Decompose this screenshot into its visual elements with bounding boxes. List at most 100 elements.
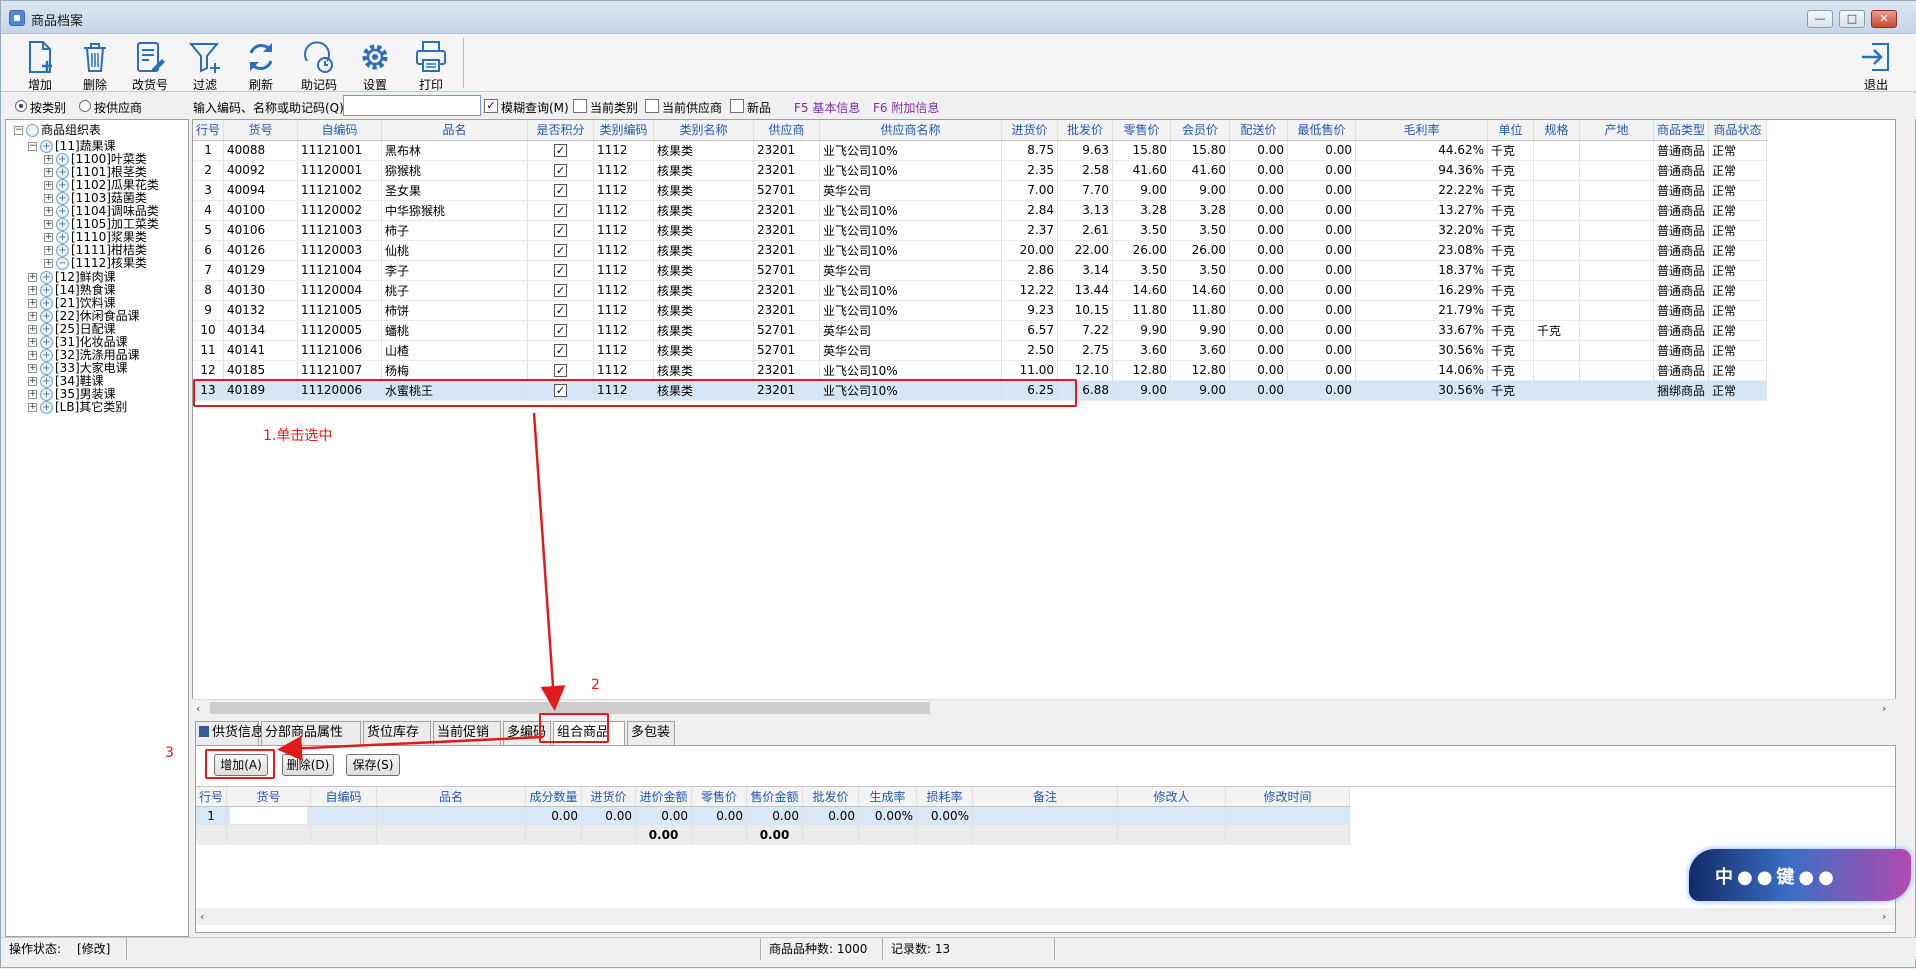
table-cell[interactable]: 猕猴桃 (381, 160, 529, 181)
table-cell[interactable]: 核果类 (653, 140, 755, 161)
table-cell[interactable]: 30.56% (1355, 340, 1489, 361)
f6-extra-info-link[interactable]: F6 附加信息 (873, 99, 939, 116)
table-cell[interactable]: 26.00 (1170, 240, 1231, 261)
table-cell[interactable]: 15.80 (1170, 140, 1231, 161)
combo-cell[interactable]: 1 (196, 806, 228, 826)
table-cell[interactable]: 14.06% (1355, 360, 1489, 381)
table-cell[interactable]: 千克 (1487, 340, 1535, 361)
table-cell[interactable]: 40100 (223, 200, 299, 221)
table-cell[interactable]: 杨梅 (381, 360, 529, 381)
table-cell[interactable]: 0.00 (1229, 180, 1289, 201)
combo-column-header[interactable]: 批发价 (802, 787, 860, 807)
table-cell[interactable]: 正常 (1708, 300, 1768, 321)
table-cell[interactable]: 40129 (223, 260, 299, 281)
table-cell[interactable]: 正常 (1708, 280, 1768, 301)
table-cell[interactable]: 0.00 (1287, 380, 1357, 401)
points-checkbox-cell[interactable]: ✓ (527, 140, 595, 161)
table-cell[interactable]: 2 (193, 160, 225, 181)
combo-column-header[interactable]: 售价金额 (746, 787, 804, 807)
expand-icon[interactable]: + (44, 259, 53, 269)
table-cell[interactable]: 千克 (1487, 160, 1535, 181)
table-cell[interactable]: 7.70 (1057, 180, 1114, 201)
table-cell[interactable]: 核果类 (653, 180, 755, 201)
table-cell[interactable] (1579, 300, 1655, 321)
table-cell[interactable]: 2.61 (1057, 220, 1114, 241)
table-cell[interactable]: 1112 (593, 260, 655, 281)
table-cell[interactable]: 23201 (753, 160, 821, 181)
search-input[interactable] (343, 95, 481, 116)
table-cell[interactable]: 千克 (1487, 240, 1535, 261)
close-button[interactable]: ✕ (1871, 10, 1897, 28)
table-cell[interactable]: 蟠桃 (381, 320, 529, 341)
table-row[interactable]: 8 40130 11120004 桃子 ✓ 1112 核果类 23201 业飞公司10% 12.2… (193, 280, 1768, 301)
table-cell[interactable]: 业飞公司10% (819, 200, 1003, 221)
table-cell[interactable]: 23201 (753, 360, 821, 381)
column-header[interactable]: 零售价 (1112, 120, 1172, 141)
table-cell[interactable]: 1 (193, 140, 225, 161)
table-cell[interactable] (1533, 340, 1581, 361)
table-cell[interactable]: 11120002 (297, 200, 383, 221)
combo-column-header[interactable]: 零售价 (691, 787, 748, 807)
table-cell[interactable]: 黑布林 (381, 140, 529, 161)
table-row[interactable]: 10 40134 11120005 蟠桃 ✓ 1112 核果类 52701 英华公司 6.57 7.… (193, 320, 1768, 341)
combo-cell[interactable]: 0.00 (691, 806, 748, 826)
table-cell[interactable]: 40141 (223, 340, 299, 361)
settings-button[interactable]: 设置 (348, 37, 402, 92)
table-cell[interactable]: 0.00 (1229, 320, 1289, 341)
table-cell[interactable]: 11121005 (297, 300, 383, 321)
points-checkbox[interactable]: ✓ (554, 184, 568, 197)
table-cell[interactable]: 柿饼 (381, 300, 529, 321)
table-cell[interactable]: 3.50 (1112, 260, 1172, 281)
table-cell[interactable]: 1112 (593, 300, 655, 321)
points-checkbox[interactable]: ✓ (554, 244, 568, 257)
points-checkbox-cell[interactable]: ✓ (527, 360, 595, 381)
table-cell[interactable] (1579, 180, 1655, 201)
collapse-icon[interactable]: − (28, 142, 37, 151)
combo-cell[interactable] (310, 806, 378, 826)
table-cell[interactable]: 8.75 (1001, 140, 1059, 161)
points-checkbox[interactable]: ✓ (554, 324, 568, 337)
table-cell[interactable]: 核果类 (653, 240, 755, 261)
combo-code-input-cell[interactable] (226, 806, 312, 826)
points-checkbox-cell[interactable]: ✓ (527, 300, 595, 321)
table-cell[interactable]: 0.00 (1229, 160, 1289, 181)
combo-cell[interactable]: 0.00% (916, 806, 974, 826)
combo-cell[interactable] (376, 806, 527, 826)
table-cell[interactable]: 23201 (753, 200, 821, 221)
table-cell[interactable]: 1112 (593, 360, 655, 381)
combo-cell[interactable]: 0.00 (802, 806, 860, 826)
table-row[interactable]: 5 40106 11121003 柿子 ✓ 1112 核果类 23201 业飞公司10% 2.37… (193, 220, 1768, 241)
table-cell[interactable]: 23201 (753, 220, 821, 241)
table-cell[interactable]: 英华公司 (819, 180, 1003, 201)
table-cell[interactable]: 11121002 (297, 180, 383, 201)
table-cell[interactable]: 41.60 (1170, 160, 1231, 181)
points-checkbox-cell[interactable]: ✓ (527, 340, 595, 361)
table-cell[interactable]: 0.00 (1287, 260, 1357, 281)
table-cell[interactable]: 2.58 (1057, 160, 1114, 181)
table-cell[interactable]: 41.60 (1112, 160, 1172, 181)
column-header[interactable]: 品名 (381, 120, 529, 141)
table-cell[interactable]: 40094 (223, 180, 299, 201)
table-cell[interactable]: 0.00 (1287, 220, 1357, 241)
table-cell[interactable]: 15.80 (1112, 140, 1172, 161)
points-checkbox[interactable]: ✓ (554, 304, 568, 317)
new-item-checkbox[interactable] (730, 99, 744, 113)
tab-6[interactable]: 多包装 (627, 721, 675, 745)
expand-icon[interactable]: + (28, 337, 37, 347)
expand-icon[interactable]: + (28, 311, 37, 321)
minimize-button[interactable]: — (1807, 10, 1833, 28)
table-cell[interactable]: 普通商品 (1653, 340, 1710, 361)
table-cell[interactable]: 1112 (593, 320, 655, 341)
table-cell[interactable]: 12 (193, 360, 225, 381)
points-checkbox-cell[interactable]: ✓ (527, 200, 595, 221)
table-cell[interactable]: 12.80 (1112, 360, 1172, 381)
table-cell[interactable]: 正常 (1708, 260, 1768, 281)
add-button[interactable]: 增加 (13, 37, 67, 92)
table-cell[interactable]: 40092 (223, 160, 299, 181)
table-cell[interactable]: 30.56% (1355, 380, 1489, 401)
table-cell[interactable]: 正常 (1708, 220, 1768, 241)
table-cell[interactable]: 正常 (1708, 140, 1768, 161)
column-header[interactable]: 类别编码 (593, 120, 655, 141)
table-cell[interactable]: 0.00 (1229, 200, 1289, 221)
table-cell[interactable]: 6.57 (1001, 320, 1059, 341)
